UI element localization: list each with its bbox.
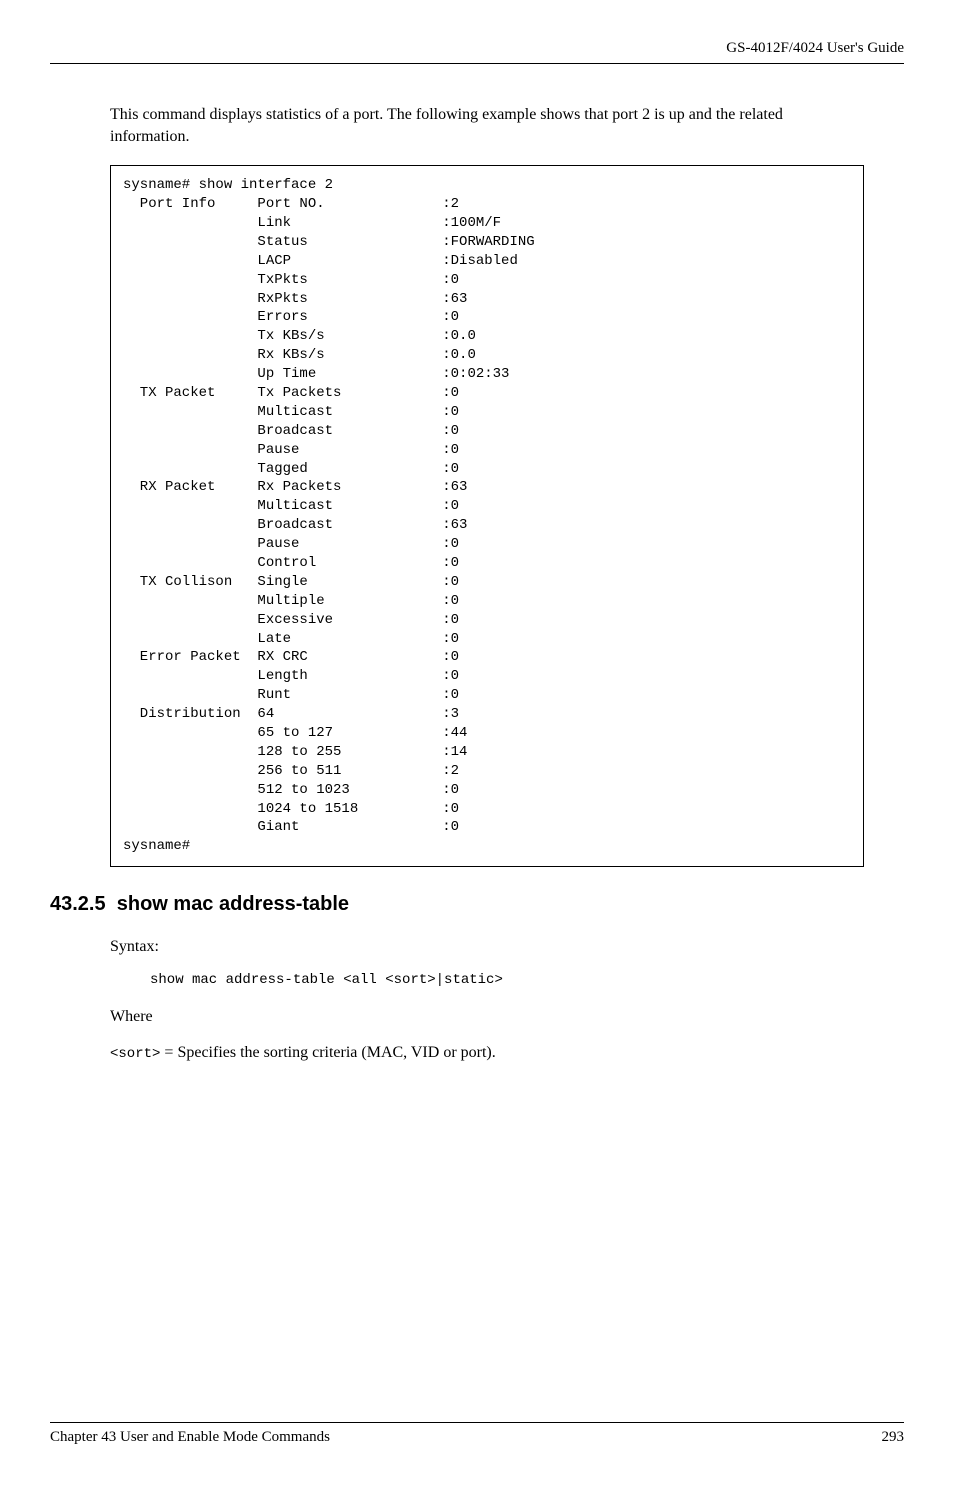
footer-rule [50, 1422, 904, 1423]
header-guide: GS-4012F/4024 User's Guide [50, 40, 904, 57]
intro-paragraph: This command displays statistics of a po… [110, 104, 864, 147]
syntax-label: Syntax: [110, 938, 864, 956]
syntax-code: show mac address-table <all <sort>|stati… [150, 972, 864, 988]
header-rule [50, 63, 904, 64]
where-label: Where [110, 1008, 864, 1026]
sort-description: <sort> = Specifies the sorting criteria … [110, 1044, 864, 1062]
section-title: show mac address-table [117, 893, 349, 915]
sort-desc-text: = Specifies the sorting criteria (MAC, V… [160, 1044, 495, 1061]
terminal-output: sysname# show interface 2 Port Info Port… [110, 165, 864, 867]
section-heading: 43.2.5 show mac address-table [50, 893, 864, 916]
footer-page: 293 [882, 1429, 905, 1446]
footer-chapter: Chapter 43 User and Enable Mode Commands [50, 1429, 330, 1446]
sort-token: <sort> [110, 1046, 160, 1062]
section-number: 43.2.5 [50, 893, 106, 915]
